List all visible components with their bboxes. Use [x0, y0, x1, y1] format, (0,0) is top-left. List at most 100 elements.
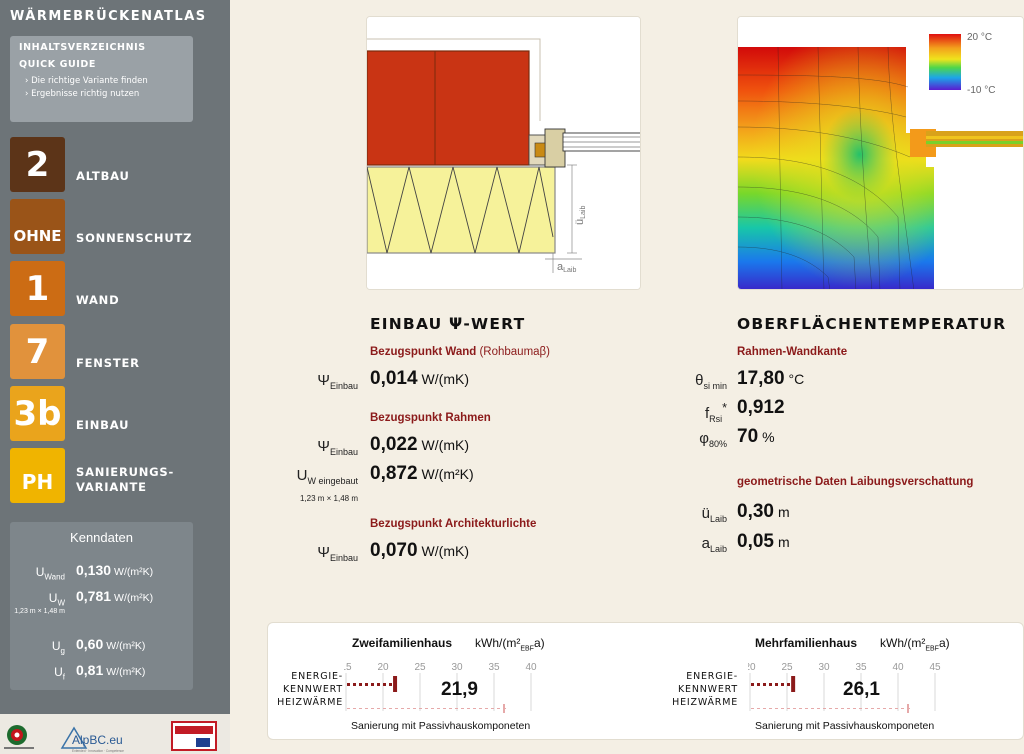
category-einbau[interactable]: 3b EINBAU — [10, 386, 210, 441]
zfh-progress-dot — [371, 683, 374, 686]
label-line: ENERGIE- — [291, 671, 343, 682]
zfh-range-dash — [443, 708, 446, 709]
value-unit: W/(m²K) — [421, 466, 474, 482]
toc-link-ergebnisse[interactable]: › Ergebnisse richtig nutzen — [25, 89, 184, 99]
scale-max-label: 20 °C — [967, 32, 992, 43]
zfh-label: ENERGIE- KENNWERT HEIZWÄRME — [277, 670, 343, 709]
value-number: 0,912 — [737, 397, 785, 418]
unit-main: kWh/(m² — [880, 636, 926, 650]
mfh-range-dash — [841, 708, 844, 709]
value-number: 0,872 — [370, 463, 418, 484]
symbol-subscript: W — [57, 598, 65, 608]
zfh-range-dash — [371, 708, 374, 709]
alpbc-logo-subtext: Extended · Innovation · Competence — [72, 749, 124, 753]
partner-logos: AlpBC.eu Extended · Innovation · Compete… — [0, 714, 230, 754]
insulation-layer — [367, 166, 556, 254]
category-label: FENSTER — [76, 356, 140, 370]
zfh-range-dash — [455, 708, 458, 709]
mfh-range-dash — [799, 708, 802, 709]
zfh-progress-dot — [389, 683, 392, 686]
mfh-tick-label: 25 — [781, 662, 793, 673]
zfh-progress-dot — [383, 683, 386, 686]
toc-link-label: Die richtige Variante finden — [31, 76, 148, 86]
mfh-range-dash — [787, 708, 790, 709]
kenndaten-value: 0,81 W/(m²K) — [76, 662, 145, 678]
zfh-tick-label: 30 — [451, 662, 463, 673]
mfh-range-dash — [817, 708, 820, 709]
zfh-progress-dot — [353, 683, 356, 686]
category-sonnenschutz[interactable]: OHNE SONNENSCHUTZ — [10, 199, 210, 254]
dim-subscript: Laib — [563, 267, 576, 274]
mfh-value: 26,1 — [843, 679, 880, 700]
mfh-title: Mehrfamilienhaus — [755, 636, 858, 650]
kenndaten-value: 0,781 W/(m²K) — [76, 588, 153, 604]
alpine-space-logo[interactable] — [171, 721, 217, 751]
toc-link-inhaltsverzeichnis[interactable]: INHALTSVERZEICHNIS — [19, 42, 184, 53]
dim-subscript: Laib — [580, 206, 587, 219]
symbol-subscript: Laib — [709, 514, 727, 524]
symbol-subscript: Wand — [44, 572, 65, 582]
zfh-unit: kWh/(m²EBFa) — [475, 636, 545, 652]
section-title-oberflaeche: OBERFLÄCHENTEMPERATUR — [737, 315, 1007, 333]
kenndaten-panel: Kenndaten UWand 0,130 W/(m²K) UW 0,781 W/(… — [10, 522, 193, 690]
mfh-unit: kWh/(m²EBFa) — [880, 636, 950, 652]
mfh-range-dash — [811, 708, 814, 709]
mfh-range-dash — [859, 708, 862, 709]
kenndaten-value: 0,130 W/(m²K) — [76, 562, 153, 578]
psi-symbol: ΨEinbau — [317, 544, 358, 563]
symbol-letter: U — [296, 467, 308, 484]
ref-bezugspunkt-wand: Bezugspunkt Wand (Rohbaumaβ) — [370, 346, 550, 358]
symbol-letter: Ψ — [317, 372, 330, 389]
mfh-range-dash — [775, 708, 778, 709]
symbol-subscript: W eingebaut — [307, 476, 358, 486]
zfh-range-dash — [449, 708, 452, 709]
scale-min-label: -10 °C — [967, 85, 995, 96]
category-label: WAND — [76, 293, 120, 307]
symbol-letter: ü — [701, 505, 710, 522]
ref-geometrische-daten: geometrische Daten Laibungsverschattung — [737, 476, 974, 488]
zfh-range-dash — [419, 708, 422, 709]
category-label: SONNENSCHUTZ — [76, 231, 193, 245]
category-altbau[interactable]: 2 ALTBAU — [10, 137, 210, 192]
value-unit: W/(mK) — [421, 371, 469, 387]
toc-link-variante[interactable]: › Die richtige Variante finden — [25, 76, 184, 86]
symbol-subscript: Einbau — [329, 553, 358, 563]
mfh-range-dash — [835, 708, 838, 709]
uw-value-eingebaut: 0,872 W/(m²K) — [370, 463, 474, 485]
theta-value: 17,80 °C — [737, 368, 804, 390]
zfh-range-dash — [467, 708, 470, 709]
value-unit: W/(m²K) — [106, 666, 146, 678]
zfh-range-dash — [377, 708, 380, 709]
mfh-range-dash — [883, 708, 886, 709]
category-fenster[interactable]: 7 FENSTER — [10, 324, 210, 379]
toc-link-quick-guide[interactable]: QUICK GUIDE — [19, 59, 184, 70]
value-number: 0,022 — [370, 434, 418, 455]
zfh-range-dash — [365, 708, 368, 709]
a-laib-value: 0,05 m — [737, 531, 790, 553]
zfh-range-dash — [389, 708, 392, 709]
alpbc-logo-text: AlpBC.eu — [72, 733, 123, 747]
zfh-tick-label: 40 — [525, 662, 537, 673]
value-unit: m — [777, 504, 790, 520]
ref-label: Bezugspunkt Rahmen — [370, 412, 491, 424]
mfh-range-dash — [757, 708, 760, 709]
value-number: 0,30 — [737, 501, 774, 522]
energieinstitut-logo[interactable] — [4, 725, 34, 749]
zfh-range-dash — [353, 708, 356, 709]
mfh-range-dash — [853, 708, 856, 709]
zfh-tick-label: 20 — [377, 662, 389, 673]
zfh-range-dash — [437, 708, 440, 709]
category-label: ALTBAU — [76, 169, 130, 183]
alpbc-logo[interactable]: AlpBC.eu Extended · Innovation · Compete… — [60, 726, 124, 753]
mfh-progress-dot — [769, 683, 772, 686]
symbol-superscript: * — [722, 401, 727, 415]
category-wand[interactable]: 1 WAND — [10, 261, 210, 316]
zfh-progress-dot — [359, 683, 362, 686]
zfh-value: 21,9 — [441, 679, 478, 700]
category-sanierungsvariante[interactable]: PH SANIERUNGS- VARIANTE — [10, 448, 210, 503]
zfh-range-dash — [497, 708, 500, 709]
symbol-subscript: Einbau — [329, 447, 358, 457]
label-line: KENNWERT — [283, 684, 343, 695]
ref-note: (Rohbaumaβ) — [479, 346, 551, 358]
ue-laib-symbol: üLaib — [702, 505, 727, 524]
